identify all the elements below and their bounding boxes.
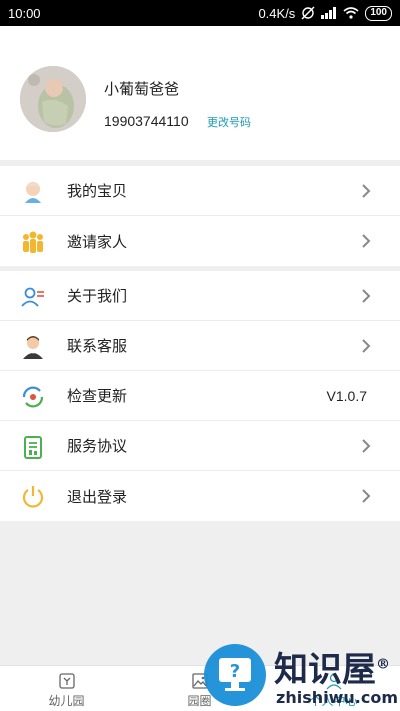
avatar[interactable] [20, 66, 86, 132]
menu-label: 联系客服 [67, 337, 128, 355]
chevron-right-icon [362, 489, 371, 503]
menu-item-invite-family[interactable]: 邀请家人 [0, 216, 400, 266]
menu-label: 服务协议 [67, 437, 128, 455]
status-bar: 10:00 0.4K/s 100 [0, 0, 400, 26]
user-name: 小葡萄爸爸 [104, 80, 180, 98]
signal-icon [321, 7, 337, 19]
watermark-logo: ? 知识屋® zhishiwu.com [202, 642, 400, 711]
customer-service-icon [20, 334, 46, 360]
menu-item-check-update[interactable]: 检查更新 V1.0.7 [0, 371, 400, 421]
menu-item-my-baby[interactable]: 我的宝贝 [0, 166, 400, 216]
svg-text:?: ? [230, 661, 240, 682]
menu-item-about-us[interactable]: 关于我们 [0, 271, 400, 321]
update-icon [20, 384, 46, 410]
wifi-icon [343, 7, 359, 19]
watermark-subtitle: zhishiwu.com [276, 688, 398, 707]
menu-item-contact-service[interactable]: 联系客服 [0, 321, 400, 371]
alarm-off-icon [301, 6, 315, 20]
tab-label: 幼儿园 [48, 694, 85, 708]
menu-label: 检查更新 [67, 387, 128, 405]
chevron-right-icon [362, 184, 371, 198]
status-time: 10:00 [8, 5, 41, 21]
watermark-circle: ? [204, 644, 266, 706]
menu-item-service-agreement[interactable]: 服务协议 [0, 421, 400, 471]
help-monitor-icon: ? [219, 658, 251, 691]
baby-icon [20, 179, 46, 205]
kindergarten-icon [59, 673, 75, 689]
agreement-icon [20, 434, 46, 460]
menu-label: 退出登录 [67, 487, 128, 506]
menu-group-settings: 关于我们 联系客服 检查更新 V1.0.7 服务协议 退出登录 [0, 271, 400, 521]
status-right: 0.4K/s 100 [258, 5, 392, 21]
user-phone: 19903744110 [104, 113, 189, 129]
logout-icon [20, 484, 46, 510]
menu-group-family: 我的宝贝 邀请家人 [0, 166, 400, 266]
change-phone-link[interactable]: 更改号码 [207, 114, 251, 130]
network-speed: 0.4K/s [258, 5, 296, 21]
version-value: V1.0.7 [326, 387, 367, 404]
menu-label: 我的宝贝 [67, 182, 128, 200]
chevron-right-icon [362, 339, 371, 353]
menu-item-logout[interactable]: 退出登录 [0, 471, 400, 521]
profile-card[interactable]: 小葡萄爸爸 19903744110 更改号码 [0, 26, 400, 160]
chevron-right-icon [362, 289, 371, 303]
chevron-right-icon [362, 234, 371, 248]
menu-label: 邀请家人 [67, 232, 128, 251]
family-icon [20, 229, 46, 255]
battery-icon: 100 [365, 5, 392, 21]
watermark-title: 知识屋® [274, 650, 390, 690]
tab-kindergarten[interactable]: 幼儿园 [0, 666, 133, 711]
menu-label: 关于我们 [67, 287, 128, 305]
about-icon [20, 284, 46, 310]
chevron-right-icon [362, 439, 371, 453]
